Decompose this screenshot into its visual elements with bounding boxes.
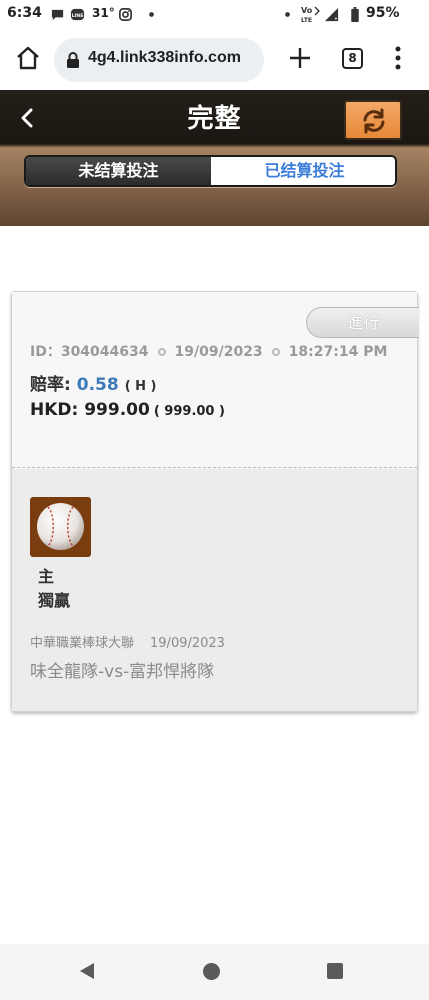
line-app-icon: LINE <box>70 8 85 21</box>
nav-home-icon[interactable] <box>203 963 220 980</box>
url-bar[interactable]: 4g4.link338info.com <box>54 38 264 82</box>
bet-time: 18:27:14 PM <box>288 344 388 360</box>
url-text[interactable]: 4g4.link338info.com <box>88 49 241 67</box>
more-menu-icon[interactable] <box>392 44 404 72</box>
home-icon[interactable] <box>14 44 42 72</box>
odds-row: 赔率: 0.58 ( H ) <box>30 370 157 395</box>
svg-text:Vo: Vo <box>301 6 313 15</box>
lock-icon <box>67 52 79 68</box>
separator-dot-icon <box>157 347 166 356</box>
bet-details: 主 獨贏 中華職業棒球大聯 19/09/2023 味全龍隊-vs-富邦悍將隊 <box>12 469 417 711</box>
tab-switcher-button[interactable]: 8 <box>342 48 363 69</box>
status-bar: 6:34 LINE 31° Vo LTE 95% <box>0 0 429 30</box>
battery-icon <box>351 7 359 22</box>
system-nav-bar <box>0 944 429 1000</box>
odds-label: 赔率: <box>30 375 71 395</box>
status-badge: 進行 <box>306 307 419 338</box>
status-time: 6:34 <box>7 5 42 21</box>
instagram-icon <box>119 8 132 21</box>
browser-toolbar: 4g4.link338info.com 8 <box>0 30 429 90</box>
bet-id: ID：304044634 <box>30 344 149 360</box>
baseball-icon <box>30 497 91 557</box>
league-name: 中華職業棒球大聯 <box>30 636 135 651</box>
status-temperature: 31° <box>92 6 115 20</box>
league-row: 中華職業棒球大聯 19/09/2023 <box>30 632 225 651</box>
bet-type: 獨贏 <box>38 591 71 610</box>
stake-sub-amount: ( 999.00 ) <box>153 404 225 419</box>
nav-back-icon[interactable] <box>78 962 96 980</box>
refresh-icon <box>363 108 385 134</box>
signal-icon <box>324 7 339 22</box>
bet-meta: ID：304044634 19/09/2023 18:27:14 PM <box>30 341 387 361</box>
svg-text:LINE: LINE <box>72 13 84 19</box>
new-tab-icon[interactable] <box>286 44 314 72</box>
tab-settled[interactable]: 已结算投注 <box>212 157 395 185</box>
dot-icon <box>149 12 154 17</box>
tab-unsettled[interactable]: 未结算投注 <box>26 157 211 185</box>
odds-value: 0.58 <box>76 375 119 395</box>
match-teams: 味全龍隊-vs-富邦悍將隊 <box>30 662 215 682</box>
battery-percent: 95% <box>366 5 400 21</box>
bet-side: 主 <box>38 567 55 586</box>
bet-summary: 進行 ID：304044634 19/09/2023 18:27:14 PM 赔率:… <box>12 292 419 468</box>
dot-icon <box>285 12 290 17</box>
svg-text:LTE: LTE <box>301 17 312 24</box>
refresh-button[interactable] <box>344 100 402 140</box>
odds-type: ( H ) <box>124 379 157 394</box>
bet-status-tabs: 未结算投注 已结算投注 <box>24 155 397 187</box>
stake-amount: HKD: 999.00 <box>30 400 150 420</box>
app-header: 完整 未结算投注 已结算投注 <box>0 90 429 226</box>
match-date: 19/09/2023 <box>150 636 225 651</box>
separator-dot-icon <box>271 347 280 356</box>
bet-date: 19/09/2023 <box>174 344 263 360</box>
chat-bubble-icon <box>51 9 64 21</box>
bet-card[interactable]: 進行 ID：304044634 19/09/2023 18:27:14 PM 赔率:… <box>11 291 419 712</box>
stake-row: HKD: 999.00( 999.00 ) <box>30 400 225 420</box>
wifi-calling-icon: Vo LTE <box>301 6 320 24</box>
nav-recents-icon[interactable] <box>327 963 343 979</box>
